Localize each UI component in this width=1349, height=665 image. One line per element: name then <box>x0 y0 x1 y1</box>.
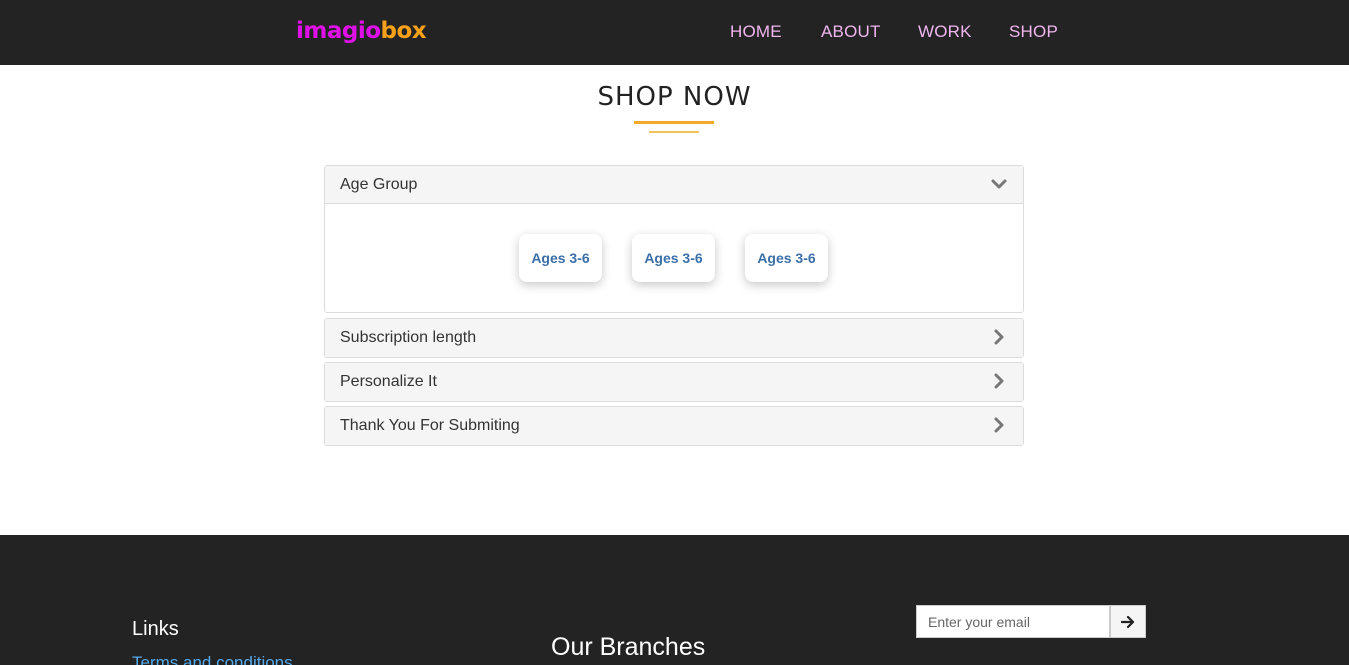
accordion-panel-age-group: Age Group Ages 3-6 Ages 3-6 Ages 3-6 <box>324 165 1024 313</box>
chevron-right-icon <box>994 417 1004 433</box>
age-option-button[interactable]: Ages 3-6 <box>632 234 715 282</box>
accordion-header-subscription[interactable]: Subscription length <box>325 319 1023 357</box>
accordion-panel-subscription: Subscription length <box>324 318 1024 358</box>
accordion-header-personalize[interactable]: Personalize It <box>325 363 1023 401</box>
chevron-right-icon <box>994 329 1004 345</box>
nav-link-about[interactable]: ABOUT <box>821 22 881 42</box>
title-underline-short <box>649 131 699 133</box>
age-option-button[interactable]: Ages 3-6 <box>519 234 602 282</box>
footer-link-terms[interactable]: Terms and conditions <box>132 653 293 665</box>
logo-text-box: box <box>380 18 427 44</box>
top-navbar: imagiobox HOME ABOUT WORK SHOP <box>0 0 1349 65</box>
nav-link-home[interactable]: HOME <box>730 22 782 42</box>
footer: Links Terms and conditions Our Branches <box>0 535 1349 665</box>
brand-logo[interactable]: imagiobox <box>296 18 427 44</box>
accordion-header-thank-you[interactable]: Thank You For Submiting <box>325 407 1023 445</box>
title-underline-long <box>634 121 714 124</box>
accordion-title: Personalize It <box>340 373 437 390</box>
accordion-body-age-group: Ages 3-6 Ages 3-6 Ages 3-6 <box>325 204 1023 312</box>
accordion-title: Thank You For Submiting <box>340 417 520 434</box>
arrow-right-icon <box>1121 615 1135 629</box>
nav-link-shop[interactable]: SHOP <box>1009 22 1058 42</box>
chevron-down-icon <box>991 179 1007 189</box>
email-field[interactable] <box>916 605 1110 638</box>
footer-links-heading: Links <box>132 618 179 640</box>
chevron-right-icon <box>994 373 1004 389</box>
accordion-panel-thank-you: Thank You For Submiting <box>324 406 1024 446</box>
email-submit-button[interactable] <box>1110 605 1146 638</box>
accordion-title: Age Group <box>340 176 418 193</box>
accordion-title: Subscription length <box>340 329 477 346</box>
logo-text-imagio: imagio <box>296 18 381 44</box>
footer-branches-heading: Our Branches <box>551 633 706 661</box>
nav-link-work[interactable]: WORK <box>918 22 972 42</box>
accordion-panel-personalize: Personalize It <box>324 362 1024 402</box>
age-option-button[interactable]: Ages 3-6 <box>745 234 828 282</box>
accordion-header-age-group[interactable]: Age Group <box>325 166 1023 204</box>
page-title: SHOP NOW <box>597 82 752 112</box>
